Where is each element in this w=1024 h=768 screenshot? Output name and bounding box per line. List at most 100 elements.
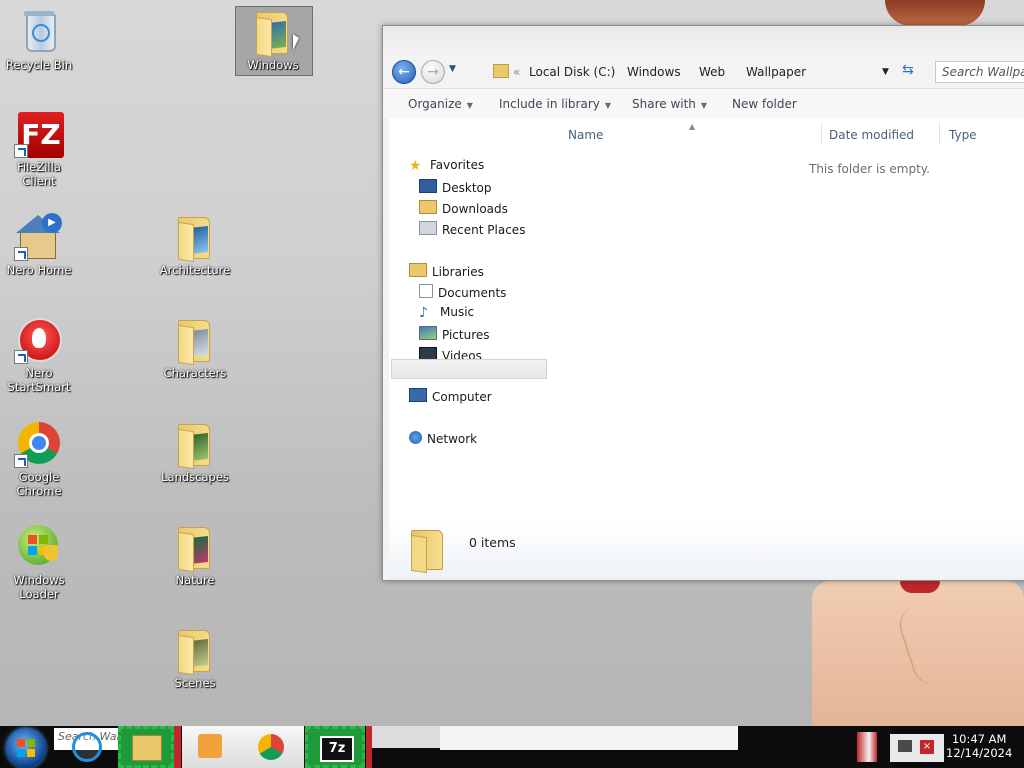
nav-computer-label: Computer	[432, 390, 492, 404]
landscapes-label: Landscapes	[161, 470, 229, 484]
system-clock[interactable]: 10:47 AM 12/14/2024	[946, 732, 1012, 760]
nav-desktop-label: Desktop	[442, 181, 492, 195]
nav-network[interactable]: Network	[409, 431, 477, 446]
address-dropdown-icon[interactable]: ▼	[882, 67, 889, 77]
empty-folder-message: This folder is empty.	[809, 162, 930, 176]
folder-icon	[250, 8, 299, 58]
characters-label: Characters	[163, 366, 227, 380]
taskbar-separator	[174, 726, 181, 768]
window-titlebar[interactable]	[383, 26, 1024, 58]
windows-folder-icon[interactable]: Windows	[234, 8, 312, 72]
windows-loader-label: Windows Loader	[13, 573, 65, 601]
nav-downloads-label: Downloads	[442, 202, 508, 216]
nav-favorites[interactable]: ★ Favorites	[409, 158, 484, 174]
scenes-folder-icon[interactable]: Scenes	[156, 626, 234, 690]
computer-icon	[409, 388, 427, 402]
star-icon: ★	[409, 158, 422, 174]
recycle-bin-icon[interactable]: Recycle Bin	[0, 8, 78, 72]
share-with-button[interactable]: Share with ▼	[632, 97, 707, 111]
landscapes-folder-icon[interactable]: Landscapes	[156, 420, 234, 484]
tray-flag-icon[interactable]	[857, 732, 877, 762]
nav-computer[interactable]: Computer	[409, 388, 492, 404]
documents-icon	[419, 284, 433, 298]
column-divider[interactable]	[821, 122, 822, 144]
computer-selection-highlight	[391, 359, 547, 379]
filezilla-client-icon[interactable]: FZ FileZilla Client	[0, 110, 78, 188]
address-bar: ← → ▼ « Local Disk (C:) Windows Web Wall…	[389, 58, 1024, 88]
sort-indicator-icon: ▲	[689, 122, 696, 131]
google-chrome-icon[interactable]: Google Chrome	[0, 420, 78, 498]
google-chrome-label: Google Chrome	[16, 470, 62, 498]
nature-folder-icon[interactable]: Nature	[156, 523, 234, 587]
recent-places-icon	[419, 221, 437, 235]
media-player-icon	[198, 734, 222, 758]
folder-icon	[172, 213, 218, 263]
item-count: 0 items	[469, 535, 516, 550]
nav-libraries-label: Libraries	[432, 265, 484, 279]
filezilla-glyph: FZ	[14, 110, 64, 158]
new-folder-button[interactable]: New folder	[732, 97, 797, 111]
scenes-label: Scenes	[174, 676, 216, 690]
taskbar-media-player-button[interactable]	[182, 726, 304, 768]
organize-button[interactable]: Organize ▼	[408, 97, 473, 111]
column-type[interactable]: Type	[949, 128, 977, 142]
breadcrumb-windows[interactable]: Windows	[627, 65, 681, 79]
nero-home-label: Nero Home	[6, 263, 72, 277]
taskbar-empty-slot[interactable]	[440, 726, 738, 750]
nav-favorites-label: Favorites	[430, 158, 485, 172]
breadcrumb-web[interactable]: Web	[699, 65, 725, 79]
refresh-icon[interactable]: ⇆	[902, 62, 914, 78]
include-in-library-label: Include in library	[499, 97, 600, 111]
nav-downloads[interactable]: Downloads	[419, 200, 508, 216]
nero-flame-icon	[14, 316, 62, 364]
nero-home-icon[interactable]: ▶ Nero Home	[0, 213, 78, 277]
downloads-folder-icon	[419, 200, 437, 214]
tray-notification-icons[interactable]: ×	[890, 734, 944, 762]
taskbar-explorer-button[interactable]	[118, 726, 174, 768]
mouse-cursor-icon	[293, 34, 299, 50]
nav-pictures-label: Pictures	[442, 328, 490, 342]
windows-folder-label: Windows	[247, 58, 299, 72]
breadcrumb-wallpaper[interactable]: Wallpaper	[746, 65, 806, 79]
folder-icon	[411, 530, 445, 574]
nav-libraries[interactable]: Libraries	[409, 263, 484, 279]
house-icon: ▶	[14, 213, 62, 261]
music-icon: ♪	[419, 305, 428, 321]
column-name[interactable]: Name	[568, 128, 603, 142]
nav-pictures[interactable]: Pictures	[419, 326, 490, 342]
folder-icon	[132, 735, 162, 761]
explorer-window: ← → ▼ « Local Disk (C:) Windows Web Wall…	[382, 25, 1024, 581]
taskbar-7zip-button[interactable]: 7z	[305, 726, 365, 768]
nero-startsmart-icon[interactable]: Nero StartSmart	[0, 316, 78, 394]
overflow-chevron-icon[interactable]: «	[513, 65, 520, 79]
recent-pages-dropdown-icon[interactable]: ▼	[449, 64, 456, 74]
include-in-library-button[interactable]: Include in library ▼	[499, 97, 611, 111]
taskbar-empty-slot[interactable]	[372, 726, 440, 748]
nav-documents-label: Documents	[438, 286, 507, 300]
clock-date: 12/14/2024	[946, 746, 1013, 760]
nav-recent-places[interactable]: Recent Places	[419, 221, 525, 237]
breadcrumb-local-disk[interactable]: Local Disk (C:)	[529, 65, 615, 79]
column-date-modified[interactable]: Date modified	[829, 128, 914, 142]
nav-desktop[interactable]: Desktop	[419, 179, 492, 195]
architecture-label: Architecture	[159, 263, 231, 277]
windows-loader-glyph	[16, 523, 62, 569]
architecture-folder-icon[interactable]: Architecture	[156, 213, 234, 277]
back-button[interactable]: ←	[392, 60, 416, 84]
column-divider[interactable]	[939, 122, 940, 144]
nav-documents[interactable]: Documents	[419, 284, 506, 300]
start-button[interactable]	[6, 728, 46, 768]
windows-loader-icon[interactable]: Windows Loader	[0, 523, 78, 601]
pictures-icon	[419, 326, 437, 340]
organize-label: Organize	[408, 97, 462, 111]
internet-explorer-icon[interactable]	[72, 732, 102, 762]
recycle-bin-label: Recycle Bin	[5, 58, 73, 72]
characters-folder-icon[interactable]: Characters	[156, 316, 234, 380]
libraries-icon	[409, 263, 427, 277]
nav-music[interactable]: ♪ Music	[419, 305, 474, 321]
share-with-label: Share with	[632, 97, 696, 111]
search-input[interactable]: Search Wallpaper	[935, 61, 1024, 83]
forward-button[interactable]: →	[421, 60, 445, 84]
network-tray-icon	[898, 740, 912, 752]
folder-icon	[172, 626, 218, 676]
